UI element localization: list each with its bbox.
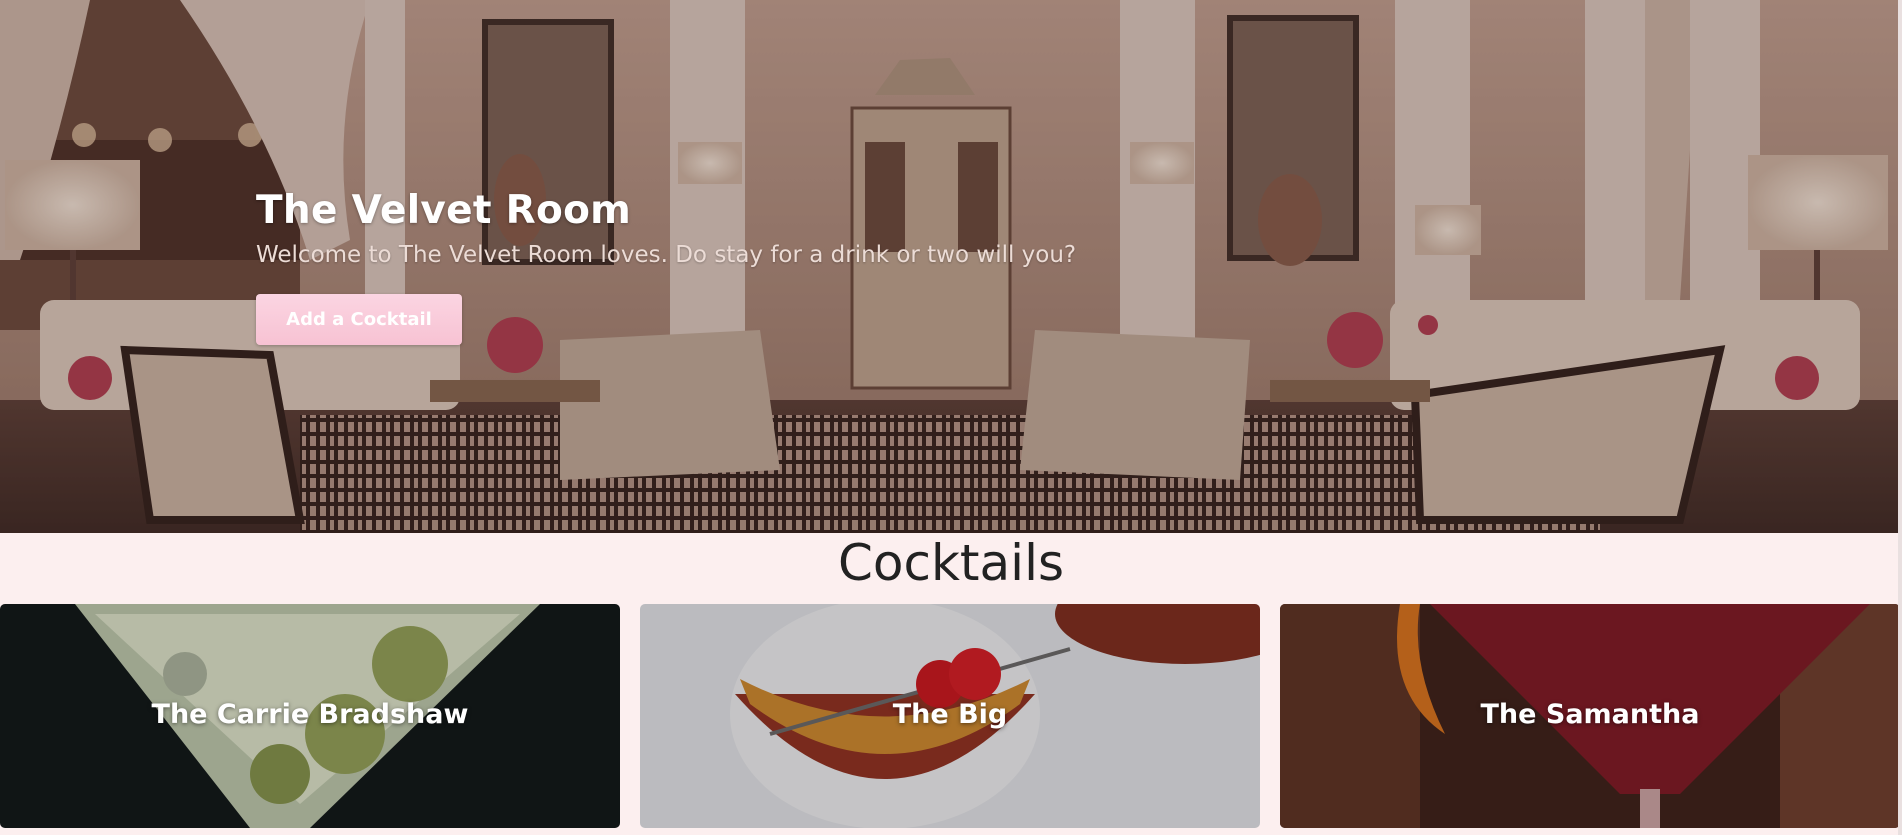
hero-subtitle: Welcome to The Velvet Room loves. Do sta… [256, 242, 1077, 268]
cocktail-name: The Carrie Bradshaw [151, 699, 469, 730]
cocktail-card-samantha[interactable]: The Samantha [1280, 604, 1900, 828]
hero-title: The Velvet Room [256, 188, 632, 233]
page-scrollbar[interactable] [1898, 0, 1902, 835]
cocktail-name: The Samantha [1480, 699, 1700, 730]
cocktails-heading: Cocktails [837, 534, 1065, 592]
hero-banner: The Velvet Room Welcome to The Velvet Ro… [0, 0, 1902, 533]
cocktail-card-carrie-bradshaw[interactable]: The Carrie Bradshaw [0, 604, 620, 828]
add-cocktail-button[interactable]: Add a Cocktail [256, 294, 462, 345]
cocktail-name: The Big [892, 699, 1008, 730]
cocktail-card-the-big[interactable]: The Big [640, 604, 1260, 828]
